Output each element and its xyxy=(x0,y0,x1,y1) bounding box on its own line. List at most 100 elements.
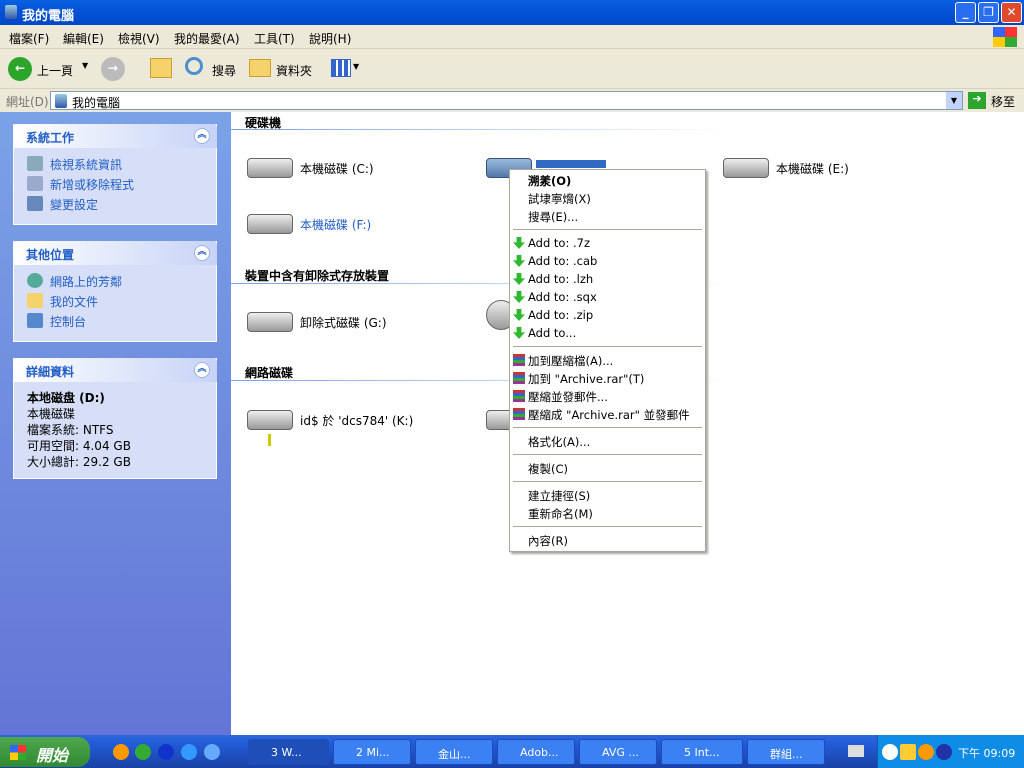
menu-search[interactable]: 搜尋(E)... xyxy=(528,209,578,225)
collapse-icon: ︽ xyxy=(194,128,210,144)
detail-type: 本機磁碟 xyxy=(27,407,76,421)
expand-tray-icon[interactable] xyxy=(882,744,898,760)
place-control-panel[interactable]: 控制台 xyxy=(14,311,216,331)
taskbar-button-adobe[interactable]: Adob... xyxy=(497,739,575,765)
menu-rar-email-archive[interactable]: 壓縮成 "Archive.rar" 並發郵件 xyxy=(513,407,690,423)
task-pane: 系統工作 ︽ 檢視系統資訊 新增或移除程式 變更設定 其他位置 ︽ 網路上的芳鄰 我… xyxy=(0,112,231,735)
details-header[interactable]: 詳細資料 ︽ xyxy=(13,358,217,382)
menu-edit[interactable]: 編輯(E) xyxy=(63,30,104,47)
network-activity-icon[interactable] xyxy=(936,744,952,760)
search-button[interactable]: 搜尋 xyxy=(185,57,245,81)
collapse-icon: ︽ xyxy=(194,245,210,261)
menu-rename[interactable]: 重新命名(M) xyxy=(528,506,593,522)
forward-button[interactable]: → xyxy=(101,57,125,81)
system-tray: 下午 09:09 xyxy=(877,735,1024,768)
other-places-header[interactable]: 其他位置 ︽ xyxy=(13,241,217,265)
winrar-icon xyxy=(513,408,525,420)
media-player-icon[interactable] xyxy=(135,744,151,760)
windows-logo-icon xyxy=(10,745,26,760)
tray-icon[interactable] xyxy=(918,744,934,760)
taskbar: 開始 3 W... 2 Mi... 金山... Adob... AVG ... … xyxy=(0,735,1024,768)
toolbar: ← 上一頁 ▼ → 搜尋 資料夾 ▼ xyxy=(0,49,1024,89)
go-label: 移至 xyxy=(991,95,1016,109)
up-folder-button[interactable] xyxy=(150,58,172,78)
search-icon xyxy=(185,57,203,75)
mail-icon[interactable] xyxy=(900,744,916,760)
menu-add-sqx[interactable]: Add to: .sqx xyxy=(513,290,597,304)
taskbar-button-avg[interactable]: AVG ... xyxy=(579,739,657,765)
start-button[interactable]: 開始 xyxy=(0,737,90,767)
detail-free-space: 可用空間: 4.04 GB xyxy=(27,439,131,453)
detail-name: 本地磁盘 (D:) xyxy=(27,391,105,405)
hard-drive-icon xyxy=(247,214,293,234)
window-title: 我的電腦 xyxy=(22,9,75,24)
menu-view[interactable]: 檢視(V) xyxy=(118,30,160,47)
quicklaunch-icon[interactable] xyxy=(204,744,220,760)
menu-copy[interactable]: 複製(C) xyxy=(528,461,568,477)
menu-add-to[interactable]: Add to... xyxy=(513,326,576,340)
task-add-remove-programs[interactable]: 新增或移除程式 xyxy=(14,174,216,194)
winrar-icon xyxy=(513,372,525,384)
place-network[interactable]: 網路上的芳鄰 xyxy=(14,271,216,291)
maximize-button[interactable]: ❐ xyxy=(978,2,999,23)
task-change-setting[interactable]: 變更設定 xyxy=(14,194,216,214)
menu-add-7z[interactable]: Add to: .7z xyxy=(513,236,590,250)
address-input[interactable]: 我的電腦 ▼ xyxy=(50,91,963,110)
menu-bar: 檔案(F) 編輯(E) 檢視(V) 我的最愛(A) 工具(T) 說明(H) xyxy=(0,25,1024,49)
folders-label: 資料夾 xyxy=(276,64,313,78)
menu-open[interactable]: 溯羕(O) xyxy=(528,173,571,189)
menu-add-cab[interactable]: Add to: .cab xyxy=(513,254,597,268)
back-button[interactable]: ← 上一頁 ▼ xyxy=(8,57,93,81)
green-arrow-icon xyxy=(513,291,525,303)
menu-create-shortcut[interactable]: 建立捷徑(S) xyxy=(528,488,590,504)
address-dropdown[interactable]: ▼ xyxy=(946,92,962,109)
clock[interactable]: 下午 09:09 xyxy=(958,745,1015,761)
taskbar-button-ie[interactable]: 5 Int... xyxy=(661,739,743,765)
menu-add-zip[interactable]: Add to: .zip xyxy=(513,308,593,322)
menu-format[interactable]: 格式化(A)... xyxy=(528,434,590,450)
go-button[interactable]: ➔ 移至 xyxy=(968,91,1023,110)
close-button[interactable]: ✕ xyxy=(1001,2,1022,23)
keyboard-icon[interactable] xyxy=(848,745,864,757)
taskbar-button-kingsoft[interactable]: 金山... xyxy=(415,739,493,765)
green-arrow-icon xyxy=(513,237,525,249)
green-arrow-icon xyxy=(513,309,525,321)
internet-explorer-icon[interactable] xyxy=(181,744,197,760)
menu-explore[interactable]: 試埭寕熁(X) xyxy=(528,191,591,207)
address-bar: 網址(D) 我的電腦 ▼ ➔ 移至 xyxy=(0,89,1024,112)
folders-button[interactable]: 資料夾 xyxy=(249,57,319,81)
menu-file[interactable]: 檔案(F) xyxy=(9,30,49,47)
menu-help[interactable]: 說明(H) xyxy=(309,30,351,47)
menu-tools[interactable]: 工具(T) xyxy=(254,30,295,47)
quicklaunch-icon[interactable] xyxy=(113,744,129,760)
go-arrow-icon: ➔ xyxy=(968,92,986,109)
address-label: 網址(D) xyxy=(6,95,49,109)
title-bar: 我的電腦 _ ❐ ✕ xyxy=(0,0,1024,25)
hard-drive-icon xyxy=(723,158,769,178)
task-view-system-info[interactable]: 檢視系統資訊 xyxy=(14,154,216,174)
detail-filesystem: 檔案系統: NTFS xyxy=(27,423,114,437)
folder-icon xyxy=(249,59,271,77)
my-computer-icon xyxy=(55,94,67,108)
menu-properties[interactable]: 內容(R) xyxy=(528,533,568,549)
system-tasks-panel: 系統工作 ︽ 檢視系統資訊 新增或移除程式 變更設定 xyxy=(13,124,217,225)
hard-drive-icon xyxy=(247,158,293,178)
back-arrow-icon: ← xyxy=(8,57,32,81)
taskbar-button-explorer[interactable]: 3 W... xyxy=(248,739,329,765)
menu-favorites[interactable]: 我的最愛(A) xyxy=(174,30,240,47)
menu-add-lzh[interactable]: Add to: .lzh xyxy=(513,272,593,286)
collapse-icon: ︽ xyxy=(194,362,210,378)
other-places-panel: 其他位置 ︽ 網路上的芳鄰 我的文件 控制台 xyxy=(13,241,217,342)
menu-rar-add[interactable]: 加到壓縮檔(A)... xyxy=(513,353,613,369)
minimize-button[interactable]: _ xyxy=(955,2,976,23)
menu-rar-email[interactable]: 壓縮並發郵件... xyxy=(513,389,608,405)
green-arrow-icon xyxy=(513,255,525,267)
taskbar-button-mail[interactable]: 2 Mi... xyxy=(333,739,411,765)
place-my-documents[interactable]: 我的文件 xyxy=(14,291,216,311)
views-button[interactable]: ▼ xyxy=(331,59,361,79)
back-label: 上一頁 xyxy=(37,64,74,78)
quicklaunch-icon[interactable] xyxy=(158,744,174,760)
system-tasks-header[interactable]: 系統工作 ︽ xyxy=(13,124,217,148)
taskbar-button-group[interactable]: 群組... xyxy=(747,739,825,765)
menu-rar-add-archive[interactable]: 加到 "Archive.rar"(T) xyxy=(513,371,644,387)
